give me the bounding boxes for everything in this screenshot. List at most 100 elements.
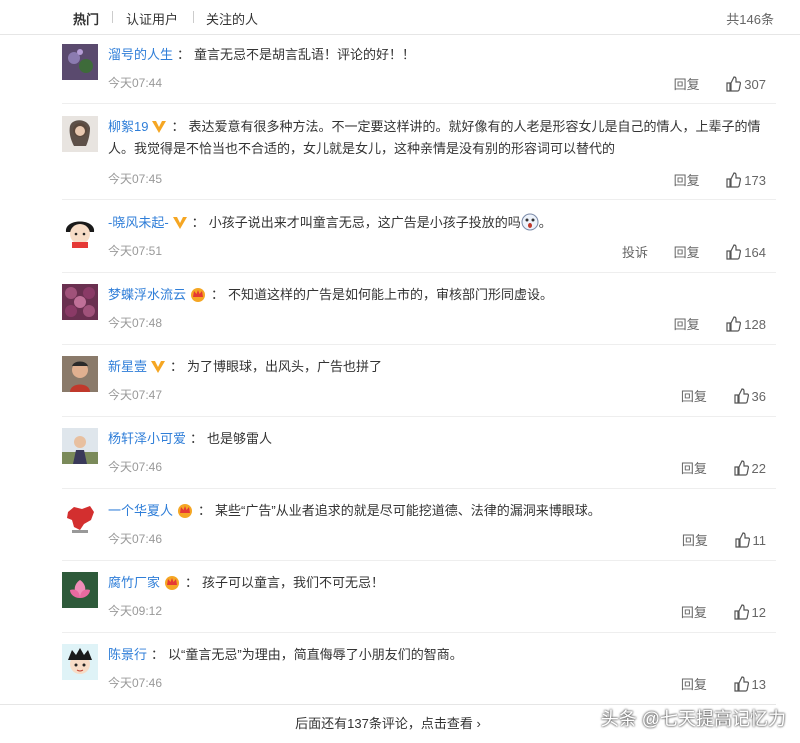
username-link[interactable]: 溜号的人生 bbox=[108, 47, 173, 62]
crown-icon bbox=[165, 576, 180, 590]
thumbs-up-icon bbox=[726, 172, 742, 188]
load-more-label: 后面还有137条评论，点击查看 bbox=[295, 716, 473, 731]
comment-time: 今天07:46 bbox=[108, 676, 163, 690]
comment-time: 今天07:46 bbox=[108, 460, 163, 474]
tab-divider bbox=[193, 11, 194, 23]
like-count: 128 bbox=[744, 317, 766, 332]
thumbs-up-icon bbox=[733, 676, 749, 692]
like-count: 22 bbox=[751, 461, 766, 476]
comment-text-end: 。 bbox=[538, 215, 552, 230]
chevron-right-icon: › bbox=[476, 716, 481, 731]
comment-text: 孩子可以童言，我们不可无忌！ bbox=[202, 575, 385, 590]
reply-button[interactable]: 回复 bbox=[674, 245, 700, 260]
like-button[interactable]: 173 bbox=[725, 172, 766, 188]
comment-item: 腐竹厂家：孩子可以童言，我们不可无忌！ 今天09:12 回复 12 bbox=[62, 572, 776, 644]
username-link[interactable]: 柳絮19 bbox=[108, 119, 148, 134]
verified-v-icon bbox=[172, 217, 187, 229]
verified-v-icon bbox=[151, 361, 166, 373]
like-button[interactable]: 164 bbox=[725, 244, 766, 260]
like-count: 164 bbox=[744, 245, 766, 260]
report-button[interactable]: 投诉 bbox=[622, 245, 648, 260]
thumbs-up-icon bbox=[733, 460, 749, 476]
comment-time: 今天07:44 bbox=[108, 76, 163, 90]
reply-button[interactable]: 回复 bbox=[674, 173, 700, 188]
comment-text: 童言无忌不是胡言乱语！评论的好！！ bbox=[194, 47, 416, 62]
comment-count: 共146条 bbox=[726, 12, 774, 27]
like-count: 11 bbox=[752, 533, 767, 548]
avatar[interactable] bbox=[62, 500, 98, 536]
comment-item: 新星壹：为了博眼球，出风头，广告也拼了 今天07:47 回复 36 bbox=[62, 356, 776, 428]
username-link[interactable]: 新星壹 bbox=[108, 359, 147, 374]
avatar[interactable] bbox=[62, 428, 98, 464]
avatar[interactable] bbox=[62, 212, 98, 248]
comment-time: 今天07:51 bbox=[108, 244, 163, 258]
like-button[interactable]: 11 bbox=[734, 532, 767, 548]
verified-v-icon bbox=[152, 121, 167, 133]
reply-button[interactable]: 回复 bbox=[674, 317, 700, 332]
tab-divider bbox=[112, 11, 113, 23]
like-button[interactable]: 22 bbox=[733, 460, 766, 476]
reply-button[interactable]: 回复 bbox=[681, 461, 707, 476]
avatar[interactable] bbox=[62, 116, 98, 152]
username-link[interactable]: 一个华夏人 bbox=[108, 503, 173, 518]
comment-time: 今天07:46 bbox=[108, 532, 163, 546]
comment-text: 不知道这样的广告是如何能上市的，审核部门形同虚设。 bbox=[228, 287, 554, 302]
avatar[interactable] bbox=[62, 572, 98, 608]
thumbs-up-icon bbox=[726, 244, 742, 260]
divider bbox=[62, 344, 776, 345]
comment-time: 今天07:45 bbox=[108, 172, 163, 186]
tab-verified-users[interactable]: 认证用户 bbox=[126, 9, 178, 28]
crown-icon bbox=[178, 504, 193, 518]
comment-text: 表达爱意有很多种方法。不一定要这样讲的。就好像有的人老是形容女儿是自己的情人，上… bbox=[108, 119, 761, 156]
thumbs-up-icon bbox=[726, 316, 742, 332]
username-link[interactable]: 杨轩泽小可爱 bbox=[108, 431, 186, 446]
thumbs-up-icon bbox=[726, 76, 742, 92]
divider bbox=[62, 103, 776, 104]
comment-time: 今天07:47 bbox=[108, 388, 163, 402]
reply-button[interactable]: 回复 bbox=[681, 389, 707, 404]
tab-following[interactable]: 关注的人 bbox=[206, 9, 258, 28]
load-more-link[interactable]: 后面还有137条评论，点击查看 › bbox=[295, 716, 481, 731]
thumbs-up-icon bbox=[734, 532, 750, 548]
reply-button[interactable]: 回复 bbox=[681, 677, 707, 692]
like-button[interactable]: 128 bbox=[725, 316, 766, 332]
comment-text: 以“童言无忌”为理由，简直侮辱了小朋友们的智商。 bbox=[168, 647, 463, 662]
like-button[interactable]: 36 bbox=[733, 388, 766, 404]
username-link[interactable]: 腐竹厂家 bbox=[108, 575, 160, 590]
like-button[interactable]: 307 bbox=[725, 76, 766, 92]
comment-item: 梦蝶浮水流云：不知道这样的广告是如何能上市的，审核部门形同虚设。 今天07:48… bbox=[62, 284, 776, 356]
divider bbox=[62, 199, 776, 200]
like-count: 307 bbox=[744, 77, 766, 92]
comment-text: 也是够雷人 bbox=[207, 431, 273, 446]
reply-button[interactable]: 回复 bbox=[674, 77, 700, 92]
like-button[interactable]: 12 bbox=[733, 604, 766, 620]
comment-text: 为了博眼球，出风头，广告也拼了 bbox=[187, 359, 383, 374]
divider bbox=[62, 416, 776, 417]
avatar[interactable] bbox=[62, 284, 98, 320]
divider bbox=[62, 560, 776, 561]
comment-text: 小孩子说出来才叫童言无忌，这广告是小孩子投放的吗 bbox=[208, 215, 521, 230]
comment-item: 柳絮19：表达爱意有很多种方法。不一定要这样讲的。就好像有的人老是形容女儿是自己… bbox=[62, 116, 776, 188]
like-count: 173 bbox=[744, 173, 766, 188]
reply-button[interactable]: 回复 bbox=[681, 605, 707, 620]
like-count: 36 bbox=[751, 389, 766, 404]
crown-icon bbox=[191, 288, 206, 302]
divider bbox=[62, 272, 776, 273]
comment-time: 今天09:12 bbox=[108, 604, 163, 618]
comment-item: 杨轩泽小可爱：也是够雷人 今天07:46 回复 22 bbox=[62, 428, 776, 500]
divider bbox=[62, 632, 776, 633]
like-button[interactable]: 13 bbox=[733, 676, 766, 692]
tab-hot[interactable]: 热门 bbox=[73, 9, 99, 28]
username-link[interactable]: 梦蝶浮水流云 bbox=[108, 287, 186, 302]
surprised-face-emoji-icon bbox=[521, 213, 539, 231]
watermark: 头条 @七天提高记忆力 bbox=[600, 709, 786, 729]
avatar[interactable] bbox=[62, 44, 98, 80]
avatar[interactable] bbox=[62, 644, 98, 680]
thumbs-up-icon bbox=[733, 604, 749, 620]
username-link[interactable]: 陈景行 bbox=[108, 647, 147, 662]
like-count: 13 bbox=[751, 677, 766, 692]
avatar[interactable] bbox=[62, 356, 98, 392]
username-link[interactable]: -晓风未起- bbox=[108, 215, 169, 230]
comment-item: -晓风未起-：小孩子说出来才叫童言无忌，这广告是小孩子投放的吗。 今天07:51… bbox=[62, 212, 776, 284]
reply-button[interactable]: 回复 bbox=[682, 533, 708, 548]
